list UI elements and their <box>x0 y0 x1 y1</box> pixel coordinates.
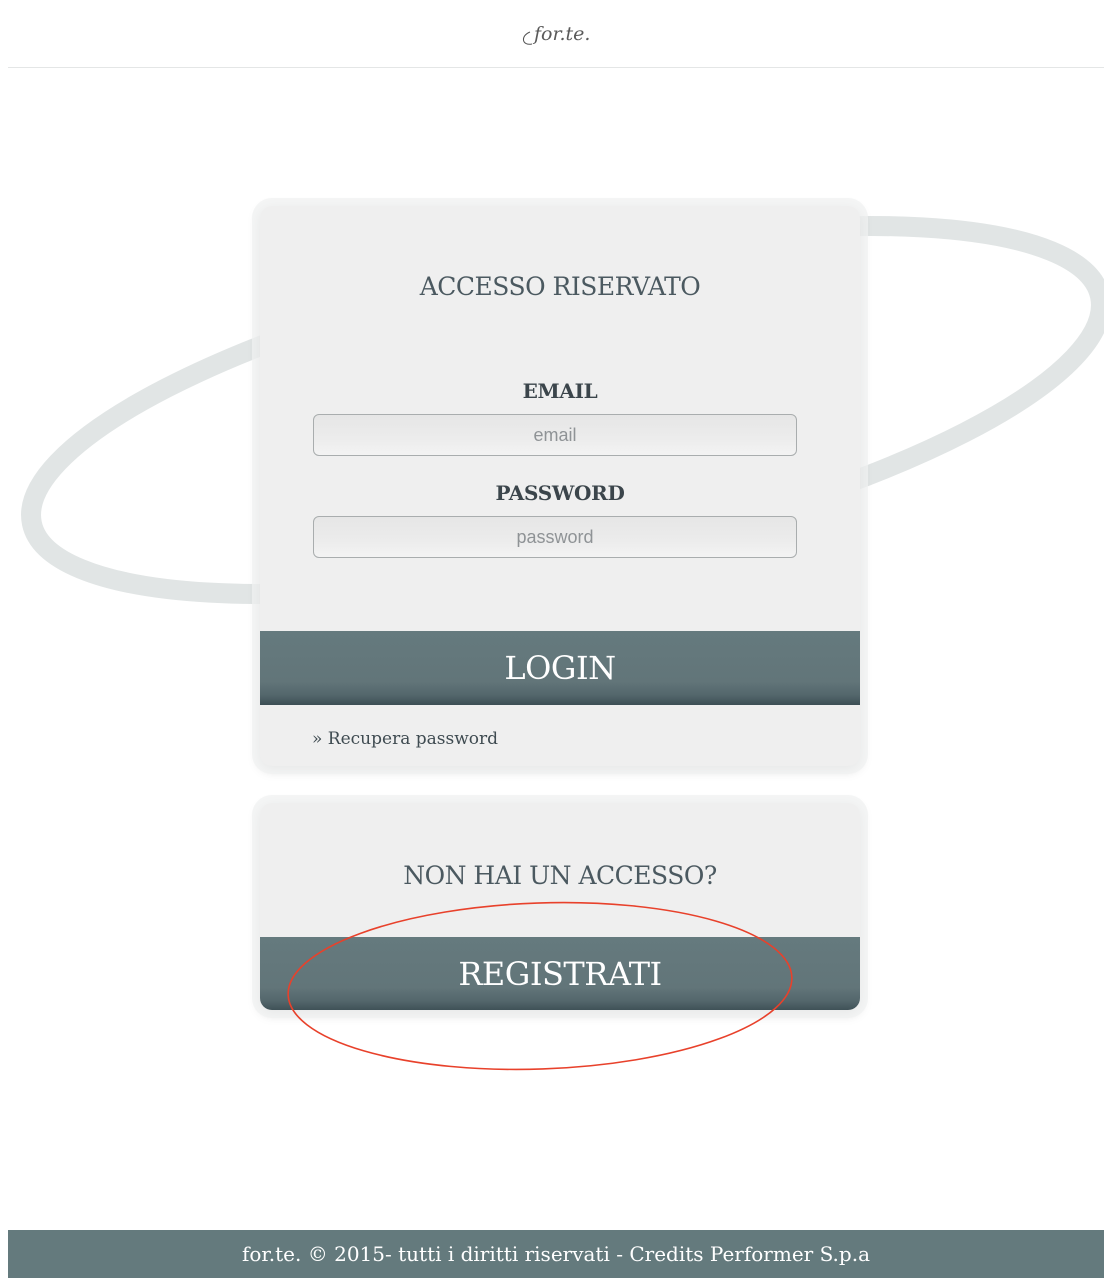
password-label: PASSWORD <box>495 481 625 505</box>
email-label: EMAIL <box>522 379 598 403</box>
site-header: for.te. <box>8 0 1104 68</box>
site-footer: for.te. © 2015- tutti i diritti riservat… <box>8 1230 1104 1278</box>
register-title: NON HAI UN ACCESSO? <box>403 861 717 890</box>
login-title: ACCESSO RISERVATO <box>419 272 701 301</box>
email-field[interactable] <box>313 414 797 456</box>
recover-password-link[interactable]: » Recupera password <box>312 729 498 749</box>
footer-text: for.te. © 2015- tutti i diritti riservat… <box>241 1242 871 1266</box>
logo-text: for.te. <box>532 23 590 45</box>
annotation-circle <box>287 901 793 1071</box>
password-field[interactable] <box>313 516 797 558</box>
forte-logo[interactable]: for.te. <box>518 18 618 52</box>
login-button[interactable]: LOGIN <box>260 631 860 705</box>
page: for.te. ACCESSO RISERVATO EMAIL PASSWORD… <box>0 0 1104 1278</box>
login-card: ACCESSO RISERVATO EMAIL PASSWORD LOGIN »… <box>260 206 860 766</box>
